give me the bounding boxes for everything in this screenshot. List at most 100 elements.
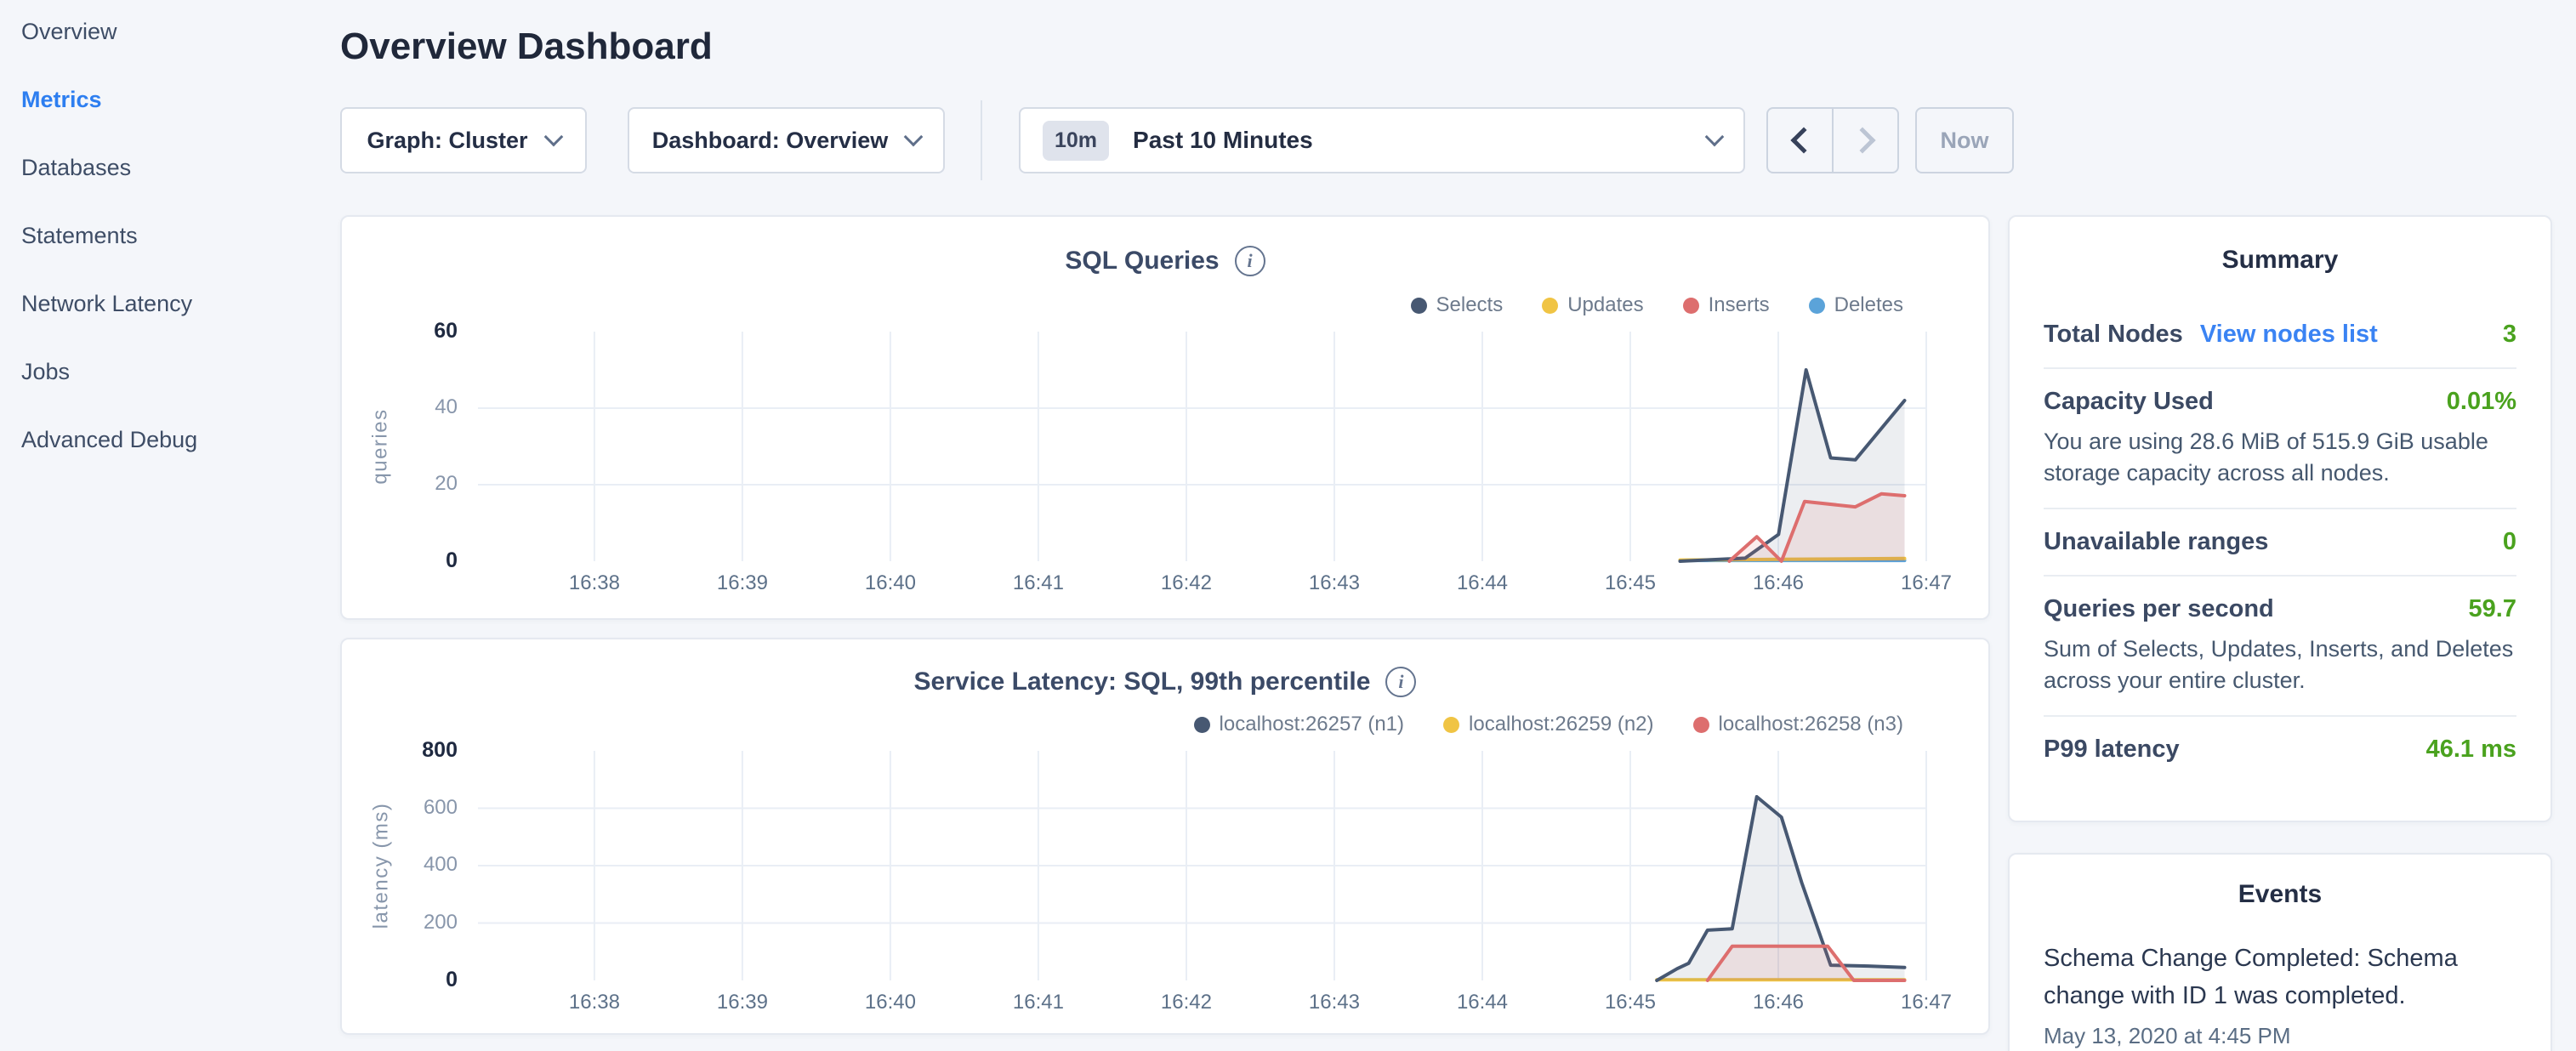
legend-label: Updates bbox=[1567, 293, 1643, 317]
sidebar-item-jobs[interactable]: Jobs bbox=[21, 359, 197, 388]
chart-svg[interactable] bbox=[478, 751, 1926, 980]
overview-dashboard-page: Overview Metrics Databases Statements Networ… bbox=[0, 0, 2576, 1051]
x-tick-label: 16:41 bbox=[987, 571, 1089, 595]
summary-rows: Total NodesView nodes list3Capacity Used… bbox=[2044, 302, 2516, 782]
summary-row-subtext: Sum of Selects, Updates, Inserts, and De… bbox=[2044, 633, 2516, 696]
x-tick-label: 16:44 bbox=[1431, 991, 1533, 1014]
summary-row-label: P99 latency bbox=[2044, 736, 2180, 764]
sidebar-item-metrics[interactable]: Metrics bbox=[21, 87, 197, 116]
sidebar-item-statements[interactable]: Statements bbox=[21, 223, 197, 252]
y-tick-label: 600 bbox=[424, 796, 458, 820]
sidebar-item-databases[interactable]: Databases bbox=[21, 155, 197, 184]
summary-row-subtext: You are using 28.6 MiB of 515.9 GiB usab… bbox=[2044, 426, 2516, 489]
legend-dot-icon bbox=[1542, 298, 1558, 314]
chevron-down-icon bbox=[904, 128, 924, 147]
sidebar-item-network-latency[interactable]: Network Latency bbox=[21, 291, 197, 320]
legend-item-localhost-26257-n1[interactable]: localhost:26257 (n1) bbox=[1194, 713, 1404, 736]
prev-time-button[interactable] bbox=[1768, 109, 1832, 172]
chart-title: Service Latency: SQL, 99th percentile i bbox=[914, 667, 1417, 697]
y-tick-label: 800 bbox=[422, 738, 458, 763]
x-tick-label: 16:41 bbox=[987, 991, 1089, 1014]
event-item: Schema Change Completed: Schema change w… bbox=[2044, 940, 2516, 1049]
time-range-dropdown[interactable]: 10m Past 10 Minutes bbox=[1019, 107, 1745, 173]
legend-label: Selects bbox=[1436, 293, 1504, 317]
x-tick-label: 16:45 bbox=[1579, 991, 1681, 1014]
chart-plot-area[interactable] bbox=[478, 332, 1926, 561]
graph-scope-dropdown[interactable]: Graph: Cluster bbox=[340, 107, 587, 173]
sidebar-nav: Overview Metrics Databases Statements Networ… bbox=[21, 19, 197, 495]
legend-item-localhost-26259-n2[interactable]: localhost:26259 (n2) bbox=[1443, 713, 1653, 736]
events-panel: Events Schema Change Completed: Schema c… bbox=[2008, 853, 2552, 1051]
next-time-button[interactable] bbox=[1832, 109, 1897, 172]
now-button[interactable]: Now bbox=[1915, 107, 2014, 173]
chevron-right-icon bbox=[1849, 127, 1875, 153]
x-tick-label: 16:39 bbox=[691, 571, 793, 595]
legend-item-selects[interactable]: Selects bbox=[1411, 293, 1504, 317]
events-list: Schema Change Completed: Schema change w… bbox=[2044, 940, 2516, 1049]
x-tick-label: 16:47 bbox=[1875, 991, 1977, 1014]
legend-dot-icon bbox=[1194, 717, 1210, 733]
time-range-badge: 10m bbox=[1043, 121, 1109, 161]
x-tick-label: 16:45 bbox=[1579, 571, 1681, 595]
x-axis-tick-labels: 16:38 16:39 16:40 16:41 16:42 16:43 16:44 16:45… bbox=[478, 991, 1926, 1018]
y-tick-label: 400 bbox=[424, 853, 458, 877]
x-tick-label: 16:47 bbox=[1875, 571, 1977, 595]
chart-plot-area[interactable] bbox=[478, 751, 1926, 980]
x-tick-label: 16:42 bbox=[1135, 991, 1237, 1014]
summary-row-value: 0 bbox=[2503, 528, 2516, 556]
info-icon[interactable]: i bbox=[1235, 246, 1265, 276]
summary-row-value: 0.01% bbox=[2447, 388, 2516, 416]
x-tick-label: 16:38 bbox=[543, 991, 645, 1014]
summary-row-capacity-used: Capacity Used0.01% You are using 28.6 MiB… bbox=[2044, 369, 2516, 509]
dashboard-controls: Graph: Cluster Dashboard: Overview 10m P… bbox=[340, 107, 2014, 173]
legend-label: localhost:26257 (n1) bbox=[1220, 713, 1404, 736]
chart-legend: localhost:26257 (n1) localhost:26259 (n2)… bbox=[1194, 713, 1903, 736]
chart-title-text: SQL Queries bbox=[1065, 247, 1219, 276]
view-nodes-list-link[interactable]: View nodes list bbox=[2200, 321, 2378, 349]
sql-queries-chart-card: SQL Queries i Selects Updates Inserts Delet… bbox=[340, 215, 1990, 620]
page-title: Overview Dashboard bbox=[340, 26, 713, 68]
legend-dot-icon bbox=[1809, 298, 1825, 314]
legend-label: Deletes bbox=[1834, 293, 1903, 317]
event-timestamp: May 13, 2020 at 4:45 PM bbox=[2044, 1023, 2516, 1049]
summary-row-queries-per-second: Queries per second59.7 Sum of Selects, Up… bbox=[2044, 577, 2516, 717]
legend-dot-icon bbox=[1693, 717, 1709, 733]
sidebar-item-advanced-debug[interactable]: Advanced Debug bbox=[21, 427, 197, 456]
x-tick-label: 16:43 bbox=[1283, 571, 1385, 595]
legend-item-deletes[interactable]: Deletes bbox=[1809, 293, 1903, 317]
chart-legend: Selects Updates Inserts Deletes bbox=[1411, 293, 1904, 317]
controls-divider bbox=[981, 100, 982, 180]
chart-svg[interactable] bbox=[478, 332, 1926, 561]
legend-item-localhost-26258-n3[interactable]: localhost:26258 (n3) bbox=[1693, 713, 1903, 736]
legend-item-inserts[interactable]: Inserts bbox=[1683, 293, 1770, 317]
legend-label: localhost:26259 (n2) bbox=[1469, 713, 1653, 736]
time-pager bbox=[1766, 107, 1899, 173]
summary-row-value: 46.1 ms bbox=[2426, 736, 2516, 764]
dashboard-dropdown-label: Dashboard: Overview bbox=[652, 128, 889, 154]
x-tick-label: 16:46 bbox=[1727, 991, 1829, 1014]
chevron-left-icon bbox=[1790, 127, 1817, 153]
dashboard-dropdown[interactable]: Dashboard: Overview bbox=[628, 107, 945, 173]
y-tick-label: 0 bbox=[446, 548, 458, 573]
summary-row-line: Queries per second59.7 bbox=[2044, 595, 2516, 623]
summary-row-total-nodes: Total NodesView nodes list3 bbox=[2044, 302, 2516, 369]
sidebar-item-overview[interactable]: Overview bbox=[21, 19, 197, 48]
summary-row-line: Total NodesView nodes list3 bbox=[2044, 321, 2516, 349]
legend-label: localhost:26258 (n3) bbox=[1719, 713, 1903, 736]
summary-row-value: 3 bbox=[2503, 321, 2516, 349]
event-text: Schema Change Completed: Schema change w… bbox=[2044, 940, 2516, 1014]
x-tick-label: 16:43 bbox=[1283, 991, 1385, 1014]
summary-row-line: P99 latency 46.1 ms bbox=[2044, 736, 2516, 764]
summary-row-line: Capacity Used0.01% bbox=[2044, 388, 2516, 416]
summary-row-label: Unavailable ranges bbox=[2044, 528, 2268, 556]
legend-item-updates[interactable]: Updates bbox=[1542, 293, 1643, 317]
y-tick-label: 60 bbox=[434, 319, 458, 344]
x-tick-label: 16:40 bbox=[839, 991, 941, 1014]
summary-row-value: 59.7 bbox=[2469, 595, 2516, 623]
graph-scope-label: Graph: Cluster bbox=[367, 128, 527, 154]
summary-heading: Summary bbox=[2044, 246, 2516, 275]
x-tick-label: 16:44 bbox=[1431, 571, 1533, 595]
summary-row-p99-latency: P99 latency 46.1 ms bbox=[2044, 717, 2516, 782]
info-icon[interactable]: i bbox=[1385, 667, 1416, 697]
x-tick-label: 16:39 bbox=[691, 991, 793, 1014]
